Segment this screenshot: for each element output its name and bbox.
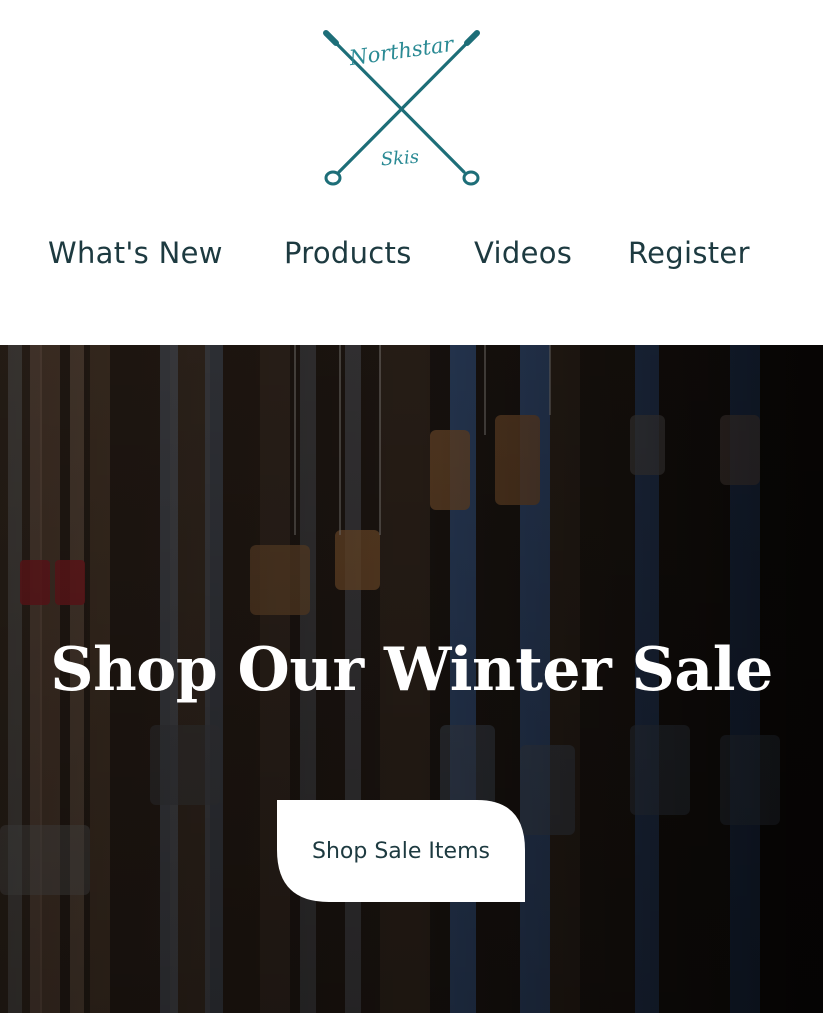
hero-banner: Shop Our Winter Sale Shop Sale Items: [0, 345, 823, 1013]
page: Northstar Skis What's New Products Video…: [0, 0, 823, 1013]
nav-item-videos[interactable]: Videos: [474, 236, 572, 270]
site-header: Northstar Skis What's New Products Video…: [0, 0, 823, 345]
brand-logo[interactable]: Northstar Skis: [318, 26, 486, 192]
nav-item-register[interactable]: Register: [628, 236, 750, 270]
logo-text-bottom: Skis: [380, 147, 420, 171]
crossed-ski-poles-icon: Northstar Skis: [323, 30, 480, 186]
nav-item-whats-new[interactable]: What's New: [48, 236, 223, 270]
hero-title: Shop Our Winter Sale: [50, 635, 773, 705]
main-nav: What's New Products Videos Register: [0, 236, 823, 280]
shop-sale-items-button[interactable]: Shop Sale Items: [277, 800, 525, 902]
logo-text-top: Northstar: [347, 32, 457, 71]
nav-item-products[interactable]: Products: [284, 236, 412, 270]
